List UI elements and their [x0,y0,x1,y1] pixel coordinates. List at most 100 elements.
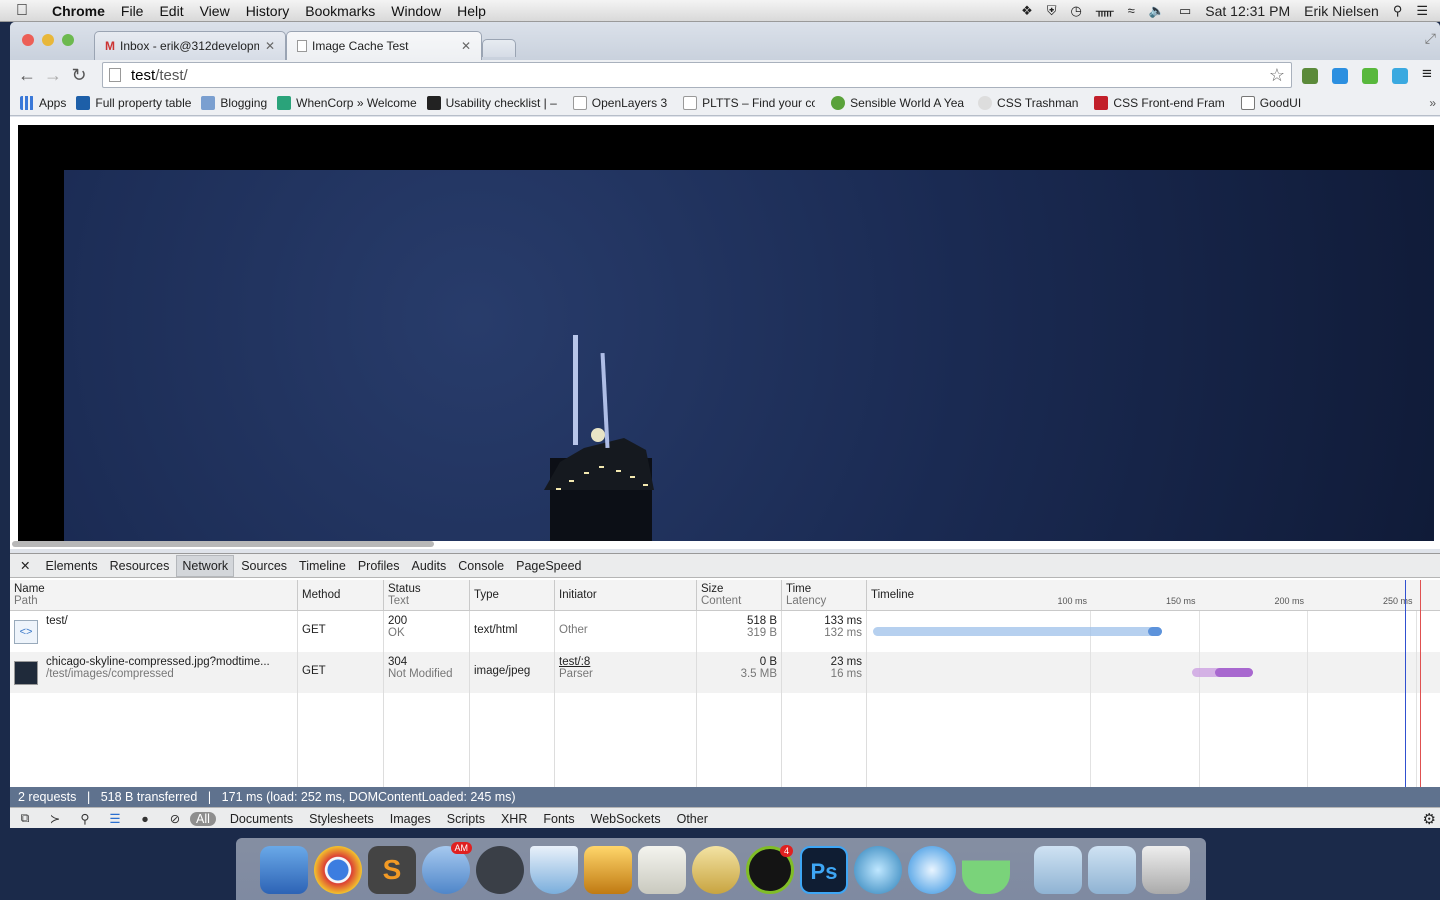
tab-profiles[interactable]: Profiles [353,556,405,576]
tab-elements[interactable]: Elements [40,556,102,576]
column-initiator[interactable]: Initiator [554,580,696,610]
filter-all[interactable]: All [190,811,216,826]
column-status[interactable]: Status Text [383,580,469,610]
green-extension-icon[interactable] [1362,68,1378,84]
tab-network[interactable]: Network [176,554,235,577]
filter-images[interactable]: Images [382,812,439,826]
search-icon[interactable]: ⚲ [70,811,100,826]
spotify-icon[interactable]: 4 [746,845,794,894]
record-icon[interactable]: ● [130,812,160,826]
system-preferences-icon[interactable] [476,846,524,894]
close-tab-icon[interactable]: ✕ [461,39,471,53]
back-icon[interactable]: ← [14,65,40,86]
close-window-icon[interactable] [22,34,34,46]
bookmark-sensible-world[interactable]: Sensible World A Yea [831,95,964,110]
settings-gear-icon[interactable]: ⚙ [1423,810,1436,828]
timeline-bar[interactable] [873,627,1162,636]
zoom-window-icon[interactable] [62,34,74,46]
tab-inbox[interactable]: M Inbox - erik@312developm ✕ [94,31,286,60]
chat-extension-icon[interactable] [1392,68,1408,84]
initiator-link[interactable]: test/:8 [559,656,692,668]
filter-stylesheets[interactable]: Stylesheets [301,812,382,826]
menu-help[interactable]: Help [449,3,494,19]
bookmark-full-property-table[interactable]: Full property table [76,95,191,110]
forward-icon[interactable]: → [40,65,66,86]
applications-folder-icon[interactable] [1088,846,1136,894]
time-machine-icon[interactable]: ◷ [1071,3,1082,19]
tab-timeline[interactable]: Timeline [294,556,351,576]
list-view-icon[interactable]: ☰ [100,811,130,826]
bookmark-openlayers[interactable]: OpenLayers 3 [572,95,667,110]
bookmark-star-icon[interactable]: ☆ [1269,65,1285,86]
bookmark-apps[interactable]: Apps [20,95,66,110]
request-name[interactable]: test/ [46,615,68,627]
filter-other[interactable]: Other [669,812,716,826]
filter-websockets[interactable]: WebSockets [583,812,669,826]
bookmark-folder-blogging[interactable]: Blogging [201,95,267,110]
filter-documents[interactable]: Documents [222,812,301,826]
wifi-icon[interactable]: ≈ [1128,3,1135,18]
filter-scripts[interactable]: Scripts [439,812,493,826]
bookmark-whencorp[interactable]: WhenCorp » Welcome [277,95,417,110]
more-bookmarks-icon[interactable]: » [1429,96,1436,110]
clear-icon[interactable]: ⊘ [160,811,190,826]
textedit-icon[interactable] [638,846,686,894]
chrome-icon[interactable] [314,846,362,894]
brain-app-icon[interactable] [854,846,902,894]
notification-center-icon[interactable]: ☰ [1416,3,1428,19]
tab-image-cache-test[interactable]: Image Cache Test ✕ [286,31,482,60]
tab-pagespeed[interactable]: PageSpeed [511,556,586,576]
tab-sources[interactable]: Sources [236,556,292,576]
flask-app-icon[interactable] [962,846,1010,894]
request-name[interactable]: chicago-skyline-compressed.jpg?modtime..… [46,656,270,668]
bookmark-goodui[interactable]: GoodUI [1240,95,1301,110]
clock[interactable]: Sat 12:31 PM [1205,3,1290,19]
sublime-text-icon[interactable]: S [368,846,416,894]
close-tab-icon[interactable]: ✕ [265,39,275,53]
bluetooth-icon[interactable]: ᚅ [1096,3,1114,19]
trash-icon[interactable] [1142,846,1190,894]
horizontal-scrollbar[interactable] [12,541,434,547]
bookmark-pltts[interactable]: PLTTS – Find your co [683,95,815,110]
eyedropper-extension-icon[interactable] [1302,68,1318,84]
sequel-pro-icon[interactable] [692,846,740,894]
column-size[interactable]: Size Content [696,580,781,610]
dock-side-icon[interactable]: ⧉ [10,811,40,826]
close-devtools-icon[interactable]: ✕ [10,558,40,573]
blue-extension-icon[interactable] [1332,68,1348,84]
chrome-menu-icon[interactable]: ≡ [1422,64,1432,84]
spotlight-search-icon[interactable]: ⚲ [1393,3,1403,19]
column-time[interactable]: Time Latency [781,580,866,610]
column-method[interactable]: Method [297,580,383,610]
downloads-folder-icon[interactable] [1034,846,1082,894]
menu-edit[interactable]: Edit [151,3,191,19]
bookmark-css-trashman[interactable]: CSS Trashman [978,95,1078,110]
menu-history[interactable]: History [238,3,298,19]
transmit-icon[interactable] [584,846,632,894]
new-tab-button[interactable] [482,39,516,57]
column-name[interactable]: Name Path [10,580,297,610]
address-bar[interactable]: test/test/ ☆ [102,62,1292,88]
apple-icon[interactable]:  [16,2,38,20]
minimize-window-icon[interactable] [42,34,54,46]
menu-file[interactable]: File [113,3,152,19]
reload-icon[interactable]: ↻ [66,65,92,86]
filter-xhr[interactable]: XHR [493,812,535,826]
user-name[interactable]: Erik Nielsen [1304,3,1379,19]
tab-console[interactable]: Console [453,556,509,576]
finder-icon[interactable] [260,846,308,894]
console-drawer-icon[interactable]: ≻ [40,811,70,826]
dropbox-icon[interactable]: ❖ [1021,3,1033,19]
battery-icon[interactable]: ▭ [1179,3,1191,19]
menu-bookmarks[interactable]: Bookmarks [297,3,383,19]
bookmark-css-frontend-frameworks[interactable]: CSS Front-end Fram [1094,95,1225,110]
photoshop-icon[interactable]: Ps [800,846,848,894]
sparrow-mail-icon[interactable]: AM [422,842,472,894]
menu-view[interactable]: View [192,3,238,19]
fullscreen-icon[interactable]: ⤢ [1425,30,1436,47]
column-type[interactable]: Type [469,580,554,610]
shield-app-icon[interactable] [530,846,578,894]
bookmark-usability-checklist[interactable]: Usability checklist | – [426,95,557,110]
volume-icon[interactable]: 🔈 [1149,3,1165,19]
tab-resources[interactable]: Resources [105,556,175,576]
